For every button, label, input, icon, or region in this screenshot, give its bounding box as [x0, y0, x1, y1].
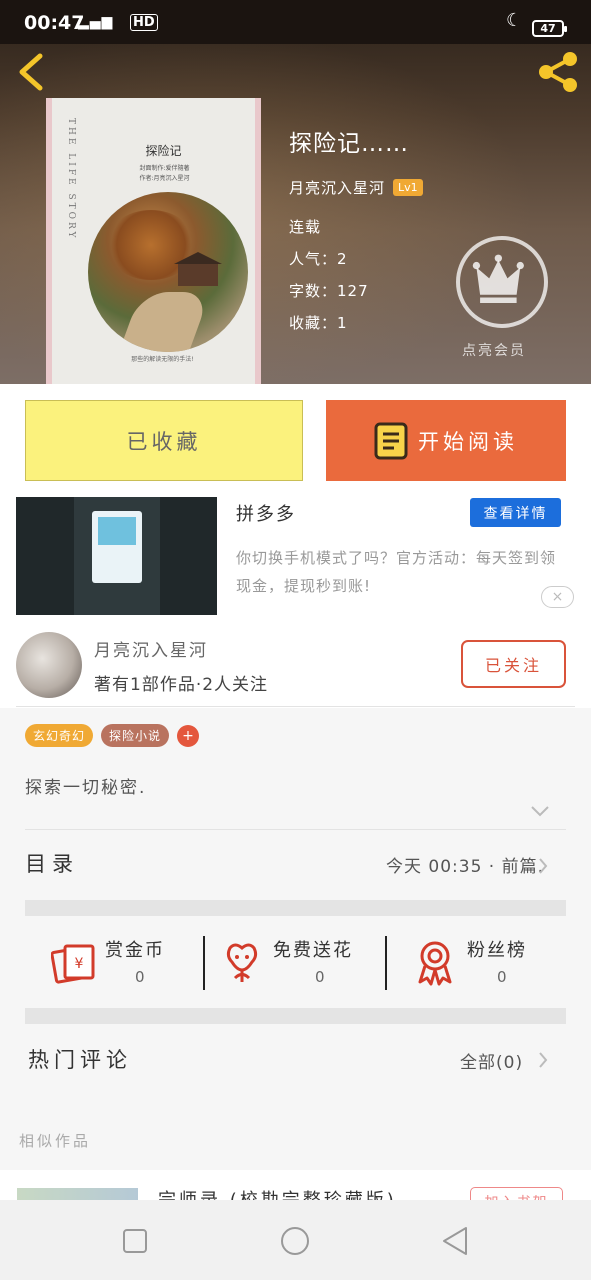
- divider: [16, 706, 575, 707]
- reward-coins[interactable]: ¥ 赏金币 0: [25, 934, 205, 994]
- author-card[interactable]: 月亮沉入星河 著有1部作品·2人关注 已关注: [0, 624, 591, 708]
- all-comments-link[interactable]: 全部(0): [460, 1048, 523, 1073]
- svg-text:¥: ¥: [75, 956, 84, 972]
- book-author[interactable]: 月亮沉入星河: [289, 177, 385, 198]
- book-header: 00:47 ▂▄▆ HD ☾ 47 THE LIFE STORY 探险记 封面制…: [0, 0, 591, 384]
- book-favorites: 收藏：1: [289, 314, 348, 332]
- vip-button[interactable]: [456, 236, 548, 328]
- book-author-row: 月亮沉入星河 Lv1: [289, 177, 423, 198]
- chevron-right-icon[interactable]: [538, 1052, 548, 1068]
- avatar[interactable]: [16, 632, 82, 698]
- author-name[interactable]: 月亮沉入星河: [94, 636, 208, 661]
- flower-icon: [226, 943, 258, 982]
- author-works: 著有1部作品·2人关注: [94, 675, 269, 695]
- red-envelope-icon: ¥: [51, 944, 95, 984]
- status-time: 00:47: [24, 12, 85, 34]
- ad-detail-button[interactable]: 查看详情: [470, 498, 561, 527]
- ad-description: 你切换手机模式了吗？官方活动：每天签到领现金，提现秒到账!: [236, 549, 557, 595]
- collected-button[interactable]: 已收藏: [25, 400, 303, 481]
- close-icon[interactable]: ×: [541, 586, 574, 608]
- hd-badge: HD: [130, 14, 158, 31]
- cover-illustration: [88, 192, 248, 352]
- battery-icon: 47: [532, 20, 567, 37]
- hot-comments-title: 热门评论: [28, 1048, 132, 1072]
- moon-icon: ☾: [506, 10, 523, 31]
- book-title: 探险记……: [289, 131, 409, 157]
- system-nav-bar: [0, 1200, 591, 1280]
- book-popularity: 人气：2: [289, 250, 348, 268]
- reward-bar: ¥ 赏金币 0 免费送花 0 粉丝榜 0: [25, 934, 566, 994]
- cover-title: 探险记: [145, 144, 182, 158]
- crown-icon: [472, 254, 524, 303]
- book-word-count: 字数：127: [289, 282, 369, 300]
- medal-icon: [418, 941, 452, 986]
- vip-label[interactable]: 点亮会员: [462, 340, 526, 360]
- reward-flowers[interactable]: 免费送花 0: [207, 934, 385, 994]
- back-triangle-icon[interactable]: [438, 1224, 472, 1258]
- status-bar: 00:47 ▂▄▆ HD ☾ 47: [0, 0, 591, 44]
- book-intro: 探索一切秘密.: [25, 778, 147, 798]
- share-icon[interactable]: [536, 50, 580, 94]
- cover-subtitle: 封面制作:爱伴隨著 作者:月亮沉入星河: [52, 164, 255, 184]
- tag-adventure[interactable]: 探险小说: [101, 724, 170, 747]
- ad-thumbnail[interactable]: [16, 497, 217, 615]
- ad-title: 拼多多: [236, 504, 296, 525]
- catalog-row[interactable]: 目录 今天 00:35 · 前篇.: [25, 848, 566, 884]
- cover-bottom-text: 那些的解读无限的手法!: [131, 356, 194, 363]
- start-reading-label: 开始阅读: [418, 429, 518, 454]
- reward-coins-count: 0: [135, 968, 145, 986]
- signal-icon: ▂▄▆: [78, 14, 114, 30]
- tag-list: 玄幻奇幻 探险小说 +: [25, 724, 200, 747]
- section-separator: [25, 900, 566, 916]
- tag-fantasy[interactable]: 玄幻奇幻: [25, 724, 94, 747]
- chevron-right-icon: [539, 858, 548, 874]
- cover-subtitle-line: 作者:月亮沉入星河: [139, 175, 190, 182]
- cover-subtitle-line: 封面制作:爱伴隨著: [139, 165, 190, 172]
- divider: [25, 829, 566, 830]
- action-bar: 已收藏 开始阅读: [0, 384, 591, 494]
- catalog-latest-chapter: 今天 00:35 · 前篇.: [385, 857, 544, 877]
- reward-flowers-count: 0: [315, 968, 325, 986]
- level-badge: Lv1: [393, 179, 423, 196]
- follow-button[interactable]: 已关注: [461, 640, 566, 688]
- home-icon[interactable]: [278, 1224, 312, 1258]
- start-reading-button[interactable]: 开始阅读: [326, 400, 566, 481]
- back-arrow-icon[interactable]: [12, 50, 52, 94]
- chevron-down-icon[interactable]: [530, 804, 550, 818]
- divider: [203, 936, 205, 990]
- similar-works-title: 相似作品: [19, 1132, 92, 1150]
- ad-banner[interactable]: 拼多多 查看详情 你切换手机模式了吗？官方活动：每天签到领现金，提现秒到账! ×: [0, 494, 591, 624]
- divider: [385, 936, 387, 990]
- add-tag-button[interactable]: +: [177, 724, 200, 747]
- book-status: 连载: [289, 218, 322, 236]
- section-separator: [25, 1008, 566, 1024]
- reward-fans-count: 0: [497, 968, 507, 986]
- catalog-label: 目录: [25, 852, 79, 876]
- recent-apps-icon[interactable]: [118, 1224, 152, 1258]
- reward-flowers-label: 免费送花: [273, 940, 353, 961]
- book-cover[interactable]: THE LIFE STORY 探险记 封面制作:爱伴隨著 作者:月亮沉入星河 那…: [46, 98, 261, 384]
- book-icon: [374, 422, 408, 459]
- reward-fans[interactable]: 粉丝榜 0: [389, 934, 566, 994]
- reward-fans-label: 粉丝榜: [467, 940, 527, 961]
- reward-coins-label: 赏金币: [105, 940, 165, 961]
